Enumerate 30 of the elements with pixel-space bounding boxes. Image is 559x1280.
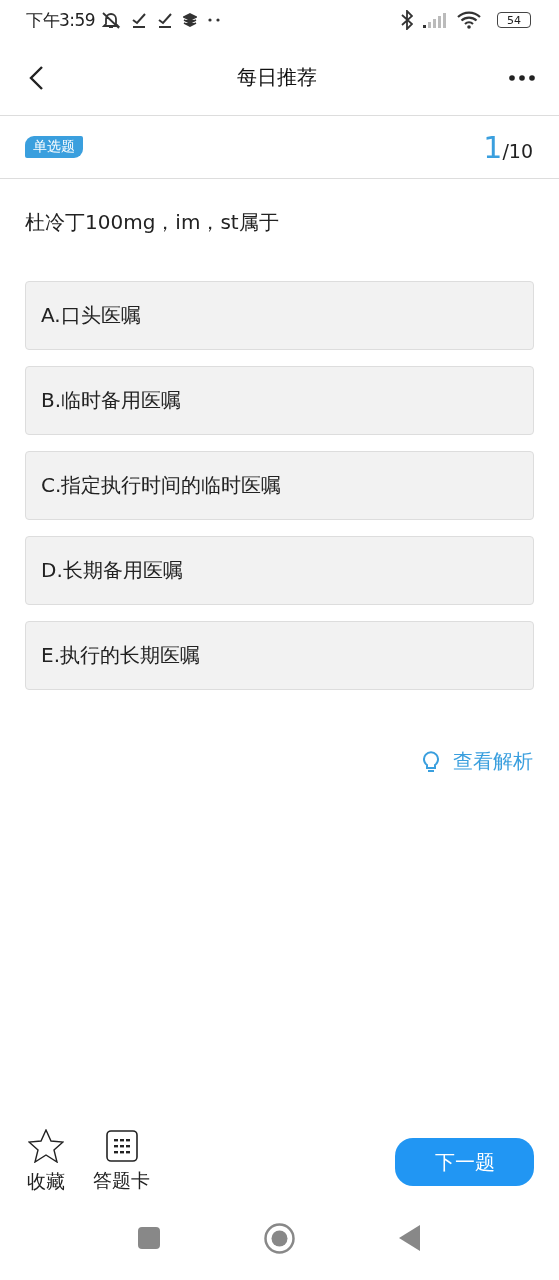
answer-option[interactable]: E.执行的长期医嘱 (25, 621, 534, 690)
bluetooth-icon (401, 10, 413, 30)
star-icon (28, 1129, 64, 1163)
more-dots-icon (207, 18, 222, 22)
muted-bell-icon (101, 11, 122, 29)
answer-card-button[interactable]: 答题卡 (93, 1130, 150, 1194)
recents-icon[interactable] (138, 1227, 160, 1249)
lightbulb-icon (423, 749, 439, 774)
more-icon[interactable] (509, 74, 535, 81)
download-done-icon (131, 12, 148, 28)
question-type-tag: 单选题 (25, 136, 83, 158)
answer-option[interactable]: C.指定执行时间的临时医嘱 (25, 451, 534, 520)
back-nav-icon[interactable] (399, 1225, 421, 1251)
wifi-icon (457, 11, 481, 29)
page-title: 每日推荐 (235, 64, 318, 91)
back-icon[interactable] (28, 64, 44, 91)
status-time: 下午3:59 (26, 8, 96, 32)
answer-option[interactable]: A.口头医嘱 (25, 281, 534, 350)
home-icon[interactable] (264, 1222, 295, 1254)
grid-card-icon (105, 1130, 138, 1162)
question-text: 杜冷丁100mg，im，st属于 (24, 209, 280, 236)
layers-icon (183, 13, 198, 27)
battery-level: 54 (497, 12, 531, 28)
signal-icon (423, 12, 447, 28)
current-number: 1 (483, 129, 503, 165)
answer-option[interactable]: D.长期备用医嘱 (25, 536, 534, 605)
favorite-button[interactable]: 收藏 (27, 1129, 65, 1195)
answer-option[interactable]: B.临时备用医嘱 (25, 366, 534, 435)
download-done-icon (157, 12, 174, 28)
total-count: /10 (502, 139, 533, 162)
